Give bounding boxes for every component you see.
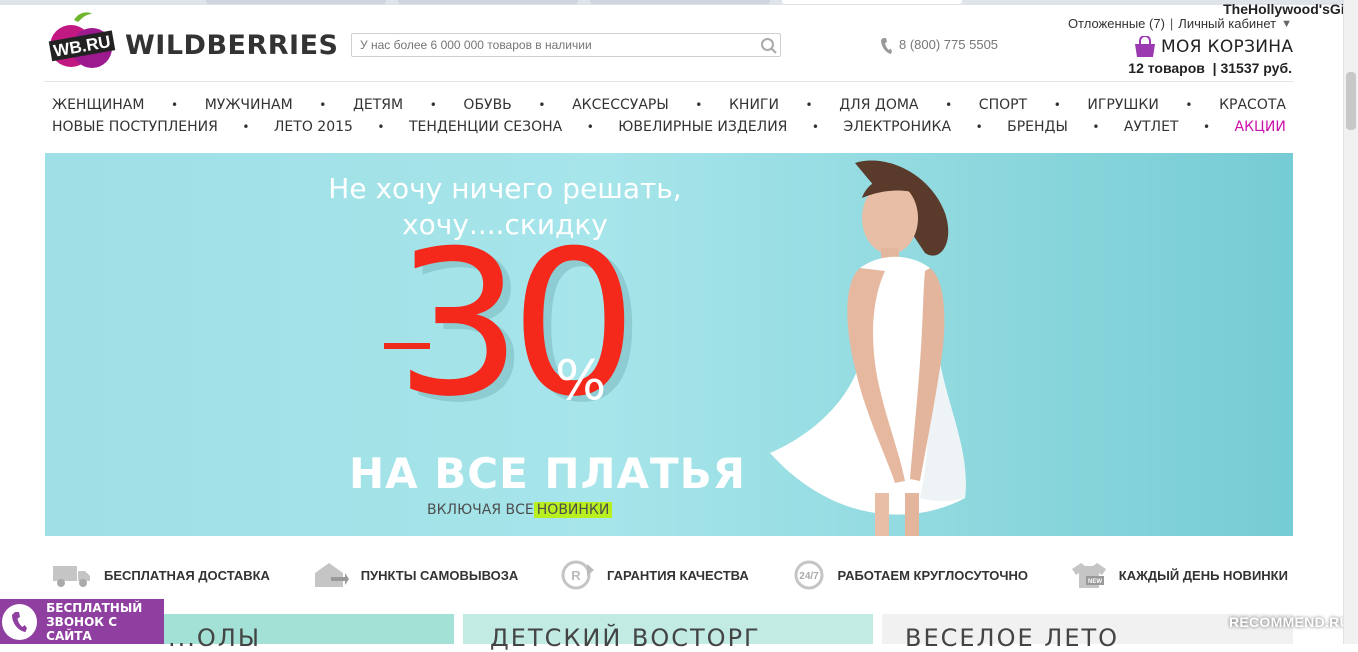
cart-summary[interactable]: 12 товаров | 31537 руб. — [1128, 60, 1292, 76]
bag-icon — [1135, 36, 1155, 57]
phone-icon — [880, 37, 892, 55]
cart-items: 12 товаров — [1128, 60, 1205, 76]
nav-separator: • — [695, 98, 703, 112]
nav-outlet[interactable]: АУТЛЕТ — [1124, 119, 1179, 135]
nav-beauty[interactable]: КРАСОТА — [1219, 97, 1286, 113]
nav-books[interactable]: КНИГИ — [729, 97, 779, 113]
svg-text:R: R — [571, 568, 581, 583]
scrollbar-thumb[interactable] — [1346, 72, 1356, 130]
nav-shoes[interactable]: ОБУВЬ — [463, 97, 511, 113]
callback-line2: ЗВОНОК С САЙТА — [46, 614, 118, 643]
truck-icon — [53, 566, 90, 587]
account-link[interactable]: Личный кабинет — [1178, 16, 1276, 31]
site-logo[interactable]: WB.RU — [44, 12, 118, 70]
nav-separator: • — [811, 120, 819, 134]
new-shirt-icon: NEW — [1071, 563, 1106, 588]
feature-free-delivery[interactable]: БЕСПЛАТНАЯ ДОСТАВКА — [52, 562, 270, 588]
feature-pickup-points[interactable]: ПУНКТЫ САМОВЫВОЗА — [313, 561, 519, 589]
nav-separator: • — [945, 98, 953, 112]
browser-tab[interactable] — [398, 0, 578, 4]
feature-label: РАБОТАЕМ КРУГЛОСУТОЧНО — [837, 567, 1029, 583]
nav-separator: • — [429, 98, 437, 112]
svg-text:24/7: 24/7 — [799, 571, 819, 582]
nav-separator: • — [1202, 120, 1211, 134]
feature-24-7[interactable]: 24/7 РАБОТАЕМ КРУГЛОСУТОЧНО — [792, 560, 1028, 590]
nav-separator: • — [1053, 98, 1061, 112]
nav-new-arrivals[interactable]: НОВЫЕ ПОСТУПЛЕНИЯ — [52, 119, 218, 135]
nav-accessories[interactable]: АКСЕССУАРЫ — [572, 97, 669, 113]
nav-electronics[interactable]: ЭЛЕКТРОНИКА — [843, 119, 951, 135]
quality-icon: R — [561, 560, 595, 590]
banner-subtitle: НА ВСЕ ПЛАТЬЯ — [349, 449, 746, 498]
pickup-icon — [314, 563, 349, 587]
new-highlight: НОВИНКИ — [533, 502, 613, 518]
nav-toys[interactable]: ИГРУШКИ — [1087, 97, 1158, 113]
nav-separator: • — [975, 120, 983, 134]
model-photo — [770, 160, 966, 536]
nav-separator: • — [377, 120, 385, 134]
nav-separator: • — [586, 120, 594, 134]
browser-tab-active[interactable] — [782, 0, 962, 4]
nav-summer-2015[interactable]: ЛЕТО 2015 — [274, 119, 353, 135]
callback-button[interactable]: БЕСПЛАТНЫЙ ЗВОНОК С САЙТА — [0, 599, 164, 644]
promo-tile-3-text: ВЕСЕЛОЕ ЛЕТО — [905, 624, 1120, 652]
feature-label: КАЖДЫЙ ДЕНЬ НОВИНКИ — [1118, 567, 1288, 583]
separator: | — [1208, 60, 1217, 76]
header-divider — [44, 81, 1294, 82]
nav-season-trends[interactable]: ТЕНДЕНЦИИ СЕЗОНА — [409, 119, 562, 135]
cart-total: 31537 руб. — [1220, 60, 1292, 76]
nav-women[interactable]: ЖЕНЩИНАМ — [52, 97, 144, 113]
promo-tile-2-text: ДЕТСКИЙ ВОСТОРГ — [490, 624, 761, 652]
search-icon[interactable] — [760, 37, 778, 55]
nav-separator: • — [805, 98, 813, 112]
feature-quality[interactable]: R ГАРАНТИЯ КАЧЕСТВА — [561, 560, 749, 590]
percent-sign: % — [555, 349, 607, 412]
browser-tab[interactable] — [206, 0, 386, 4]
chevron-down-icon[interactable]: ▼ — [1281, 18, 1292, 30]
browser-tab[interactable] — [590, 0, 770, 4]
feature-daily-new[interactable]: NEW КАЖДЫЙ ДЕНЬ НОВИНКИ — [1071, 561, 1288, 589]
banner-including: ВКЛЮЧАЯ ВСЕ НОВИНКИ — [427, 502, 613, 518]
nav-kids[interactable]: ДЕТЯМ — [353, 97, 403, 113]
callback-line1: БЕСПЛАТНЫЙ — [46, 600, 143, 615]
nav-promotions[interactable]: АКЦИИ — [1235, 119, 1286, 135]
recommend-watermark: RECOMMEND.RU — [1228, 614, 1350, 630]
nav-separator: • — [1092, 120, 1100, 134]
nav-sport[interactable]: СПОРТ — [979, 97, 1027, 113]
phone-handset-icon — [2, 603, 38, 640]
features-bar: БЕСПЛАТНАЯ ДОСТАВКА ПУНКТЫ САМОВЫВОЗА R … — [52, 560, 1288, 590]
callback-text: БЕСПЛАТНЫЙ ЗВОНОК С САЙТА — [46, 601, 164, 643]
promo-tile-1-text: ...ОЛЫ — [168, 624, 261, 652]
nav-men[interactable]: МУЖЧИНАМ — [205, 97, 293, 113]
cart-title[interactable]: МОЯ КОРЗИНА — [1161, 37, 1293, 57]
deferred-link[interactable]: Отложенные (7) — [1068, 16, 1165, 31]
nav-separator: • — [242, 120, 250, 134]
cart[interactable]: МОЯ КОРЗИНА — [1133, 36, 1293, 58]
feature-label: ПУНКТЫ САМОВЫВОЗА — [360, 567, 519, 583]
feature-label: БЕСПЛАТНАЯ ДОСТАВКА — [104, 567, 270, 583]
nav-home[interactable]: ДЛЯ ДОМА — [839, 97, 918, 113]
search-input[interactable] — [351, 33, 781, 57]
separator: | — [1169, 16, 1174, 31]
nav-separator: • — [538, 98, 546, 112]
phone-number[interactable]: 8 (800) 775 5505 — [899, 37, 998, 52]
category-nav-primary: ЖЕНЩИНАМ • МУЖЧИНАМ • ДЕТЯМ • ОБУВЬ • АКСЕСС… — [52, 97, 1286, 113]
scrollbar[interactable] — [1343, 0, 1358, 644]
category-nav-secondary: НОВЫЕ ПОСТУПЛЕНИЯ • ЛЕТО 2015 • ТЕНДЕНЦИИ … — [52, 119, 1286, 135]
nav-separator: • — [1185, 98, 1193, 112]
promo-banner[interactable]: Не хочу ничего решать, хочу....скидку 30… — [45, 153, 1293, 536]
nav-separator: • — [319, 98, 327, 112]
account-bar: Отложенные (7) | Личный кабинет ▼ — [1068, 16, 1292, 31]
svg-text:NEW: NEW — [1088, 579, 1102, 585]
clock-24-7-icon: 24/7 — [794, 560, 824, 590]
nav-jewelry[interactable]: ЮВЕЛИРНЫЕ ИЗДЕЛИЯ — [618, 119, 787, 135]
including-text: ВКЛЮЧАЯ ВСЕ — [427, 502, 534, 518]
nav-brands[interactable]: БРЕНДЫ — [1007, 119, 1068, 135]
nav-separator: • — [171, 98, 179, 112]
brand-name[interactable]: WILDBERRIES — [125, 30, 338, 61]
user-watermark: TheHollywood'sGirl — [1223, 1, 1354, 17]
feature-label: ГАРАНТИЯ КАЧЕСТВА — [607, 567, 749, 583]
banner-line1: Не хочу ничего решать, — [328, 172, 682, 205]
